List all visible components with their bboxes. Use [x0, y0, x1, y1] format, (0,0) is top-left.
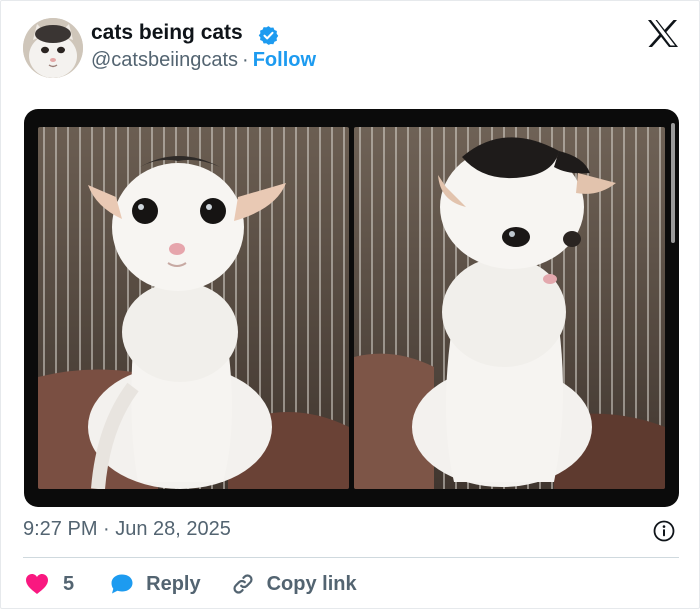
verified-badge-icon	[258, 26, 279, 45]
follow-button[interactable]: Follow	[253, 49, 316, 71]
like-button[interactable]: 5	[25, 573, 74, 596]
reply-bubble-icon	[111, 574, 133, 594]
like-count: 5	[63, 572, 75, 595]
post-timestamp[interactable]: 9:27 PM · Jun 28, 2025	[23, 518, 231, 541]
info-icon[interactable]	[653, 520, 675, 542]
footer-divider	[23, 557, 679, 558]
copy-link-button[interactable]: Copy link	[231, 572, 357, 596]
post-media[interactable]	[24, 109, 679, 507]
author-avatar[interactable]	[23, 18, 83, 78]
reply-button[interactable]: Reply	[110, 572, 201, 596]
photo-left-cat[interactable]	[38, 127, 349, 489]
embedded-post-card: cats being cats @catsbeiingcats·Follow	[0, 0, 700, 609]
heart-icon	[26, 574, 48, 594]
separator-dot: ·	[242, 49, 249, 71]
author-handle-row: @catsbeiingcats · Follow	[91, 49, 316, 72]
author-name[interactable]: cats being cats	[91, 21, 243, 45]
photo-right-cat[interactable]	[354, 127, 665, 489]
copy-link-label: Copy link	[266, 572, 357, 595]
author-handle[interactable]: @catsbeiingcats	[91, 49, 238, 71]
action-bar: 5 Reply Copy link	[25, 570, 357, 598]
reply-label: Reply	[146, 572, 201, 595]
link-icon	[233, 574, 253, 594]
media-scrollbar[interactable]	[671, 123, 675, 243]
x-logo-icon[interactable]	[647, 19, 679, 48]
